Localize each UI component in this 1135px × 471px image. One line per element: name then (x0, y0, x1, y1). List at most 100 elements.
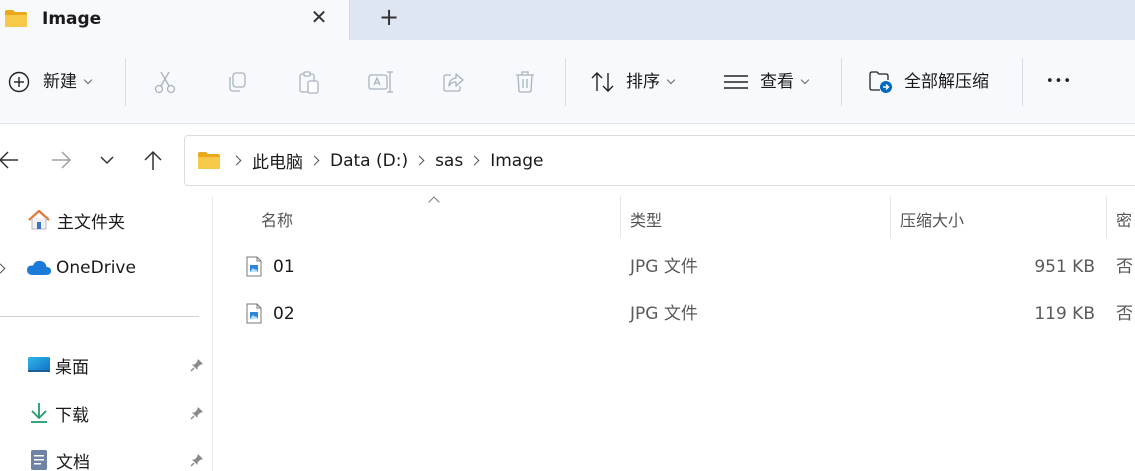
share-button[interactable] (442, 40, 466, 124)
toolbar-divider (125, 58, 126, 106)
download-icon (31, 403, 47, 423)
chevron-right-icon (309, 155, 320, 166)
new-tab-button[interactable]: + (378, 4, 400, 30)
chevron-right-icon (469, 155, 480, 166)
pin-icon[interactable] (190, 358, 204, 372)
pin-icon[interactable] (190, 453, 204, 467)
file-name: 02 (273, 304, 295, 324)
copy-icon (229, 72, 246, 92)
plus-circle-icon (8, 71, 30, 93)
column-header-compressed-size[interactable]: 压缩大小 (900, 204, 964, 238)
file-name: 01 (273, 257, 295, 277)
file-password-protected: 否 (1116, 257, 1133, 277)
file-compressed-size: 951 KB (1034, 257, 1095, 277)
sidebar-item-label: 主文件夹 (57, 212, 125, 233)
tab-close-button[interactable]: ✕ (309, 6, 329, 28)
view-button[interactable]: 查看 (723, 40, 810, 124)
sidebar-item-desktop[interactable]: 桌面 (0, 347, 213, 383)
new-label: 新建 (43, 72, 77, 92)
arrow-up-icon (144, 150, 162, 170)
rename-icon (368, 71, 393, 93)
recent-locations-button[interactable] (94, 146, 120, 174)
toolbar-divider (565, 58, 566, 106)
arrow-right-icon (52, 151, 72, 169)
rename-button[interactable] (368, 40, 394, 124)
view-label: 查看 (760, 72, 794, 92)
image-file-icon (246, 256, 262, 277)
extract-all-button[interactable]: 全部解压缩 (868, 40, 989, 124)
chevron-down-icon (666, 75, 676, 85)
sidebar-divider (0, 316, 199, 317)
chevron-down-icon (83, 75, 93, 85)
command-bar: 新建 排序 查看 全部解压缩 ••• (0, 40, 1135, 124)
sort-button[interactable]: 排序 (590, 40, 676, 124)
column-header-password-protected[interactable]: 密 (1116, 204, 1132, 238)
home-icon (28, 209, 50, 230)
toolbar-divider (1022, 58, 1023, 106)
cut-button[interactable] (154, 40, 176, 124)
sort-ascending-icon (428, 196, 440, 208)
cut-icon (154, 71, 176, 94)
paste-icon (299, 71, 319, 94)
breadcrumb-sas[interactable]: sas (435, 151, 463, 171)
column-divider[interactable] (890, 196, 891, 238)
sidebar-item-label: 桌面 (55, 357, 89, 378)
sidebar-item-onedrive[interactable]: OneDrive (0, 250, 213, 286)
more-button[interactable]: ••• (1046, 40, 1072, 124)
column-divider[interactable] (1106, 196, 1107, 238)
sidebar-item-label: 文档 (56, 452, 90, 471)
column-header-type[interactable]: 类型 (630, 204, 662, 238)
file-type: JPG 文件 (630, 257, 698, 277)
folder-icon (198, 152, 220, 169)
navigation-bar: 此电脑 Data (D:) sas Image (0, 124, 1135, 196)
extract-icon (869, 71, 892, 93)
pin-icon[interactable] (190, 406, 204, 420)
up-button[interactable] (140, 146, 166, 174)
back-button[interactable] (0, 146, 22, 174)
sidebar-item-downloads[interactable]: 下载 (0, 395, 213, 431)
toolbar-divider (841, 58, 842, 106)
column-header-name[interactable]: 名称 (261, 204, 293, 238)
delete-icon (516, 71, 534, 93)
tab-image[interactable]: Image ✕ (0, 0, 350, 40)
column-divider[interactable] (620, 196, 621, 238)
paste-button[interactable] (298, 40, 320, 124)
new-button[interactable]: 新建 (8, 40, 93, 124)
sidebar-item-home[interactable]: 主文件夹 (0, 202, 213, 238)
share-icon (443, 73, 464, 92)
chevron-down-icon (100, 156, 114, 165)
tab-title: Image (42, 9, 102, 29)
file-row[interactable]: 02 JPG 文件 119 KB 否 (214, 292, 1135, 336)
sidebar-item-label: 下载 (55, 405, 89, 426)
sort-icon (591, 72, 614, 92)
tab-strip: Image ✕ + (0, 0, 1135, 40)
copy-button[interactable] (226, 40, 248, 124)
delete-button[interactable] (514, 40, 536, 124)
sidebar-item-documents[interactable]: 文档 (0, 442, 213, 471)
chevron-right-icon (414, 155, 425, 166)
file-type: JPG 文件 (630, 304, 698, 324)
more-icon: ••• (1046, 74, 1073, 89)
file-compressed-size: 119 KB (1034, 304, 1095, 324)
desktop-icon (28, 357, 50, 372)
navigation-pane: 主文件夹 OneDrive 桌面 下载 文档 (0, 196, 213, 471)
chevron-down-icon (800, 75, 810, 85)
breadcrumb-image[interactable]: Image (490, 151, 543, 171)
folder-icon (5, 10, 27, 27)
forward-button[interactable] (48, 146, 74, 174)
breadcrumb-this-pc[interactable]: 此电脑 (252, 148, 303, 173)
address-bar[interactable]: 此电脑 Data (D:) sas Image (184, 135, 1135, 186)
extract-all-label: 全部解压缩 (904, 72, 989, 92)
image-file-icon (246, 303, 262, 324)
document-icon (31, 450, 47, 470)
chevron-right-icon (0, 263, 6, 274)
file-password-protected: 否 (1116, 304, 1133, 324)
file-row[interactable]: 01 JPG 文件 951 KB 否 (214, 245, 1135, 289)
sidebar-item-label: OneDrive (56, 258, 136, 278)
view-icon (724, 75, 748, 89)
arrow-left-icon (0, 151, 18, 169)
file-list: 名称 类型 压缩大小 密 01 JPG 文件 951 KB 否 02 JPG 文… (214, 196, 1135, 471)
chevron-right-icon (231, 155, 242, 166)
breadcrumb-data-drive[interactable]: Data (D:) (330, 151, 408, 171)
sort-label: 排序 (626, 72, 660, 92)
